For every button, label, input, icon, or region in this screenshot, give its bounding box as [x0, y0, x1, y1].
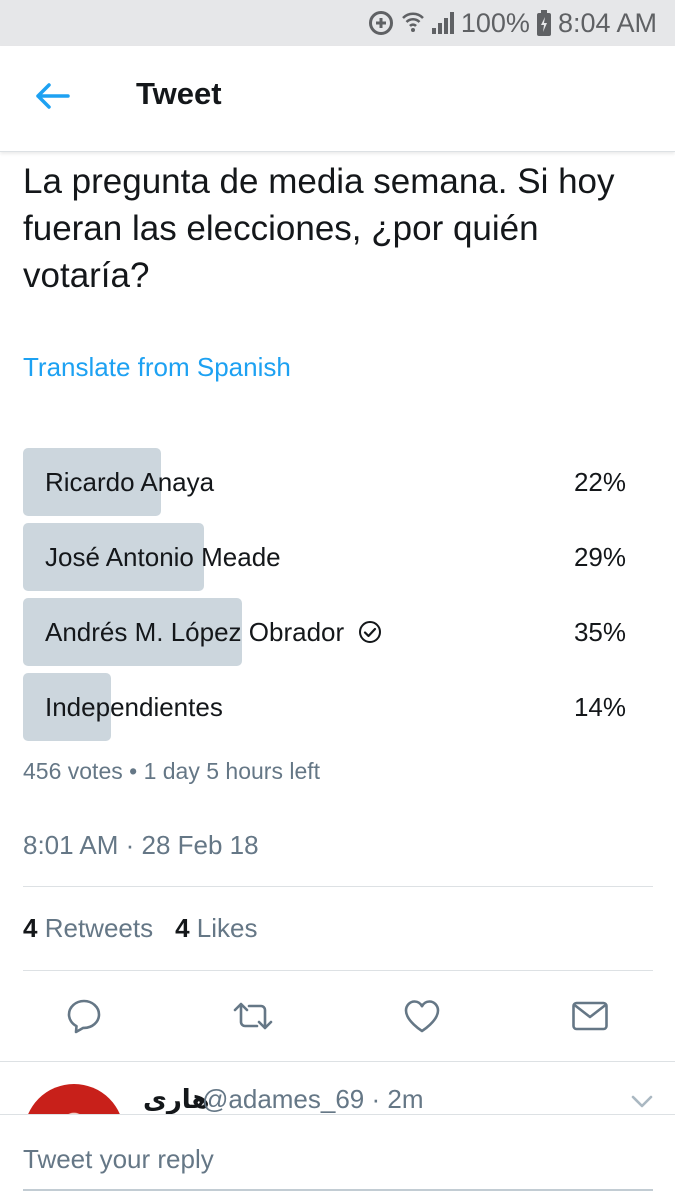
page-title: Tweet	[136, 76, 222, 111]
selected-check-icon	[358, 620, 382, 644]
translate-link[interactable]: Translate from Spanish	[23, 352, 291, 383]
poll-option-label: Andrés M. López Obrador	[45, 616, 345, 647]
retweets-stat[interactable]: 4 Retweets	[23, 913, 153, 944]
wifi-icon	[401, 10, 425, 36]
chevron-down-icon[interactable]	[628, 1092, 656, 1112]
poll-option-percent: 29%	[573, 541, 626, 572]
data-saver-icon	[367, 9, 395, 37]
reply-author-name: هاری	[143, 1084, 210, 1114]
likes-label: Likes	[196, 913, 258, 943]
reply-author-handle: @adames_69 · 2m	[202, 1084, 424, 1114]
reply-button[interactable]	[58, 992, 110, 1044]
reply-input-underline	[23, 1189, 653, 1191]
tweet-actions	[0, 992, 675, 1044]
direct-message-icon	[571, 1000, 609, 1037]
poll-option-label: Independientes	[45, 691, 223, 722]
battery-charging-icon	[536, 9, 552, 37]
poll-option: José Antonio Meade 29%	[23, 523, 630, 591]
avatar[interactable]	[24, 1084, 124, 1114]
tweet-text: La pregunta de media semana. Si hoy fuer…	[23, 162, 615, 295]
likes-count: 4	[175, 913, 190, 943]
poll-option-label: José Antonio Meade	[45, 541, 281, 572]
divider	[23, 886, 653, 887]
reply-icon	[65, 997, 103, 1040]
like-button[interactable]	[396, 992, 448, 1044]
retweets-count: 4	[23, 913, 38, 943]
poll: Ricardo Anaya 22% José Antonio Meade 29%…	[23, 448, 630, 748]
poll-option-percent: 35%	[573, 616, 626, 647]
direct-message-button[interactable]	[564, 992, 616, 1044]
tweet-stats: 4 Retweets 4 Likes	[23, 913, 258, 944]
tweet-timestamp: 8:01 AM · 28 Feb 18	[23, 830, 259, 860]
reply-bar	[0, 1114, 675, 1200]
signal-icon	[431, 11, 455, 35]
poll-option-label: Ricardo Anaya	[45, 466, 215, 497]
divider	[23, 970, 653, 971]
reply-input[interactable]	[23, 1139, 653, 1179]
poll-option-percent: 22%	[573, 466, 626, 497]
clock: 8:04 AM	[557, 7, 657, 38]
poll-meta: 456 votes • 1 day 5 hours left	[23, 758, 321, 784]
battery-percent: 100%	[460, 7, 530, 38]
back-arrow-icon	[34, 82, 70, 115]
poll-option-percent: 14%	[573, 691, 626, 722]
poll-option: Independientes 14%	[23, 673, 630, 741]
poll-option: Ricardo Anaya 22%	[23, 448, 630, 516]
status-bar-indicators: 100% 8:04 AM	[367, 7, 657, 39]
like-icon	[403, 998, 441, 1039]
retweet-icon	[231, 997, 275, 1040]
retweet-button[interactable]	[227, 992, 279, 1044]
reply-tweet[interactable]: هاری @adames_69 · 2m	[0, 1062, 675, 1114]
retweets-label: Retweets	[44, 913, 154, 943]
poll-option: Andrés M. López Obrador 35%	[23, 598, 630, 666]
status-bar: 100% 8:04 AM	[0, 0, 675, 46]
back-button[interactable]	[28, 76, 76, 120]
likes-stat[interactable]: 4 Likes	[175, 913, 257, 944]
app-header: Tweet	[0, 46, 675, 152]
